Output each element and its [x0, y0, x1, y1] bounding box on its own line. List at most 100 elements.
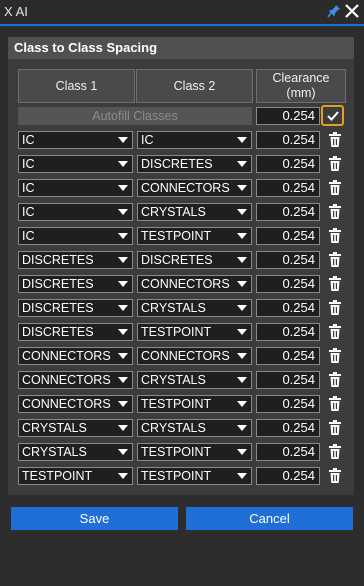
autofill-clearance-input[interactable]: 0.254: [256, 107, 320, 125]
trash-icon[interactable]: [328, 300, 342, 316]
chevron-down-icon: [237, 401, 247, 407]
trash-icon[interactable]: [328, 180, 342, 196]
chevron-down-icon: [118, 161, 128, 167]
trash-icon[interactable]: [328, 132, 342, 148]
class2-select[interactable]: CRYSTALS: [137, 203, 252, 221]
class2-select[interactable]: DISCRETES: [137, 155, 252, 173]
class1-select[interactable]: IC: [18, 203, 133, 221]
class2-select[interactable]: CONNECTORS: [137, 179, 252, 197]
class1-select[interactable]: CRYSTALS: [18, 419, 133, 437]
clearance-input[interactable]: 0.254: [256, 251, 320, 269]
close-icon[interactable]: [343, 2, 361, 20]
class1-select[interactable]: DISCRETES: [18, 299, 133, 317]
class1-select[interactable]: CONNECTORS: [18, 395, 133, 413]
class2-select[interactable]: DISCRETES: [137, 251, 252, 269]
chevron-down-icon: [118, 281, 128, 287]
clearance-input[interactable]: 0.254: [256, 347, 320, 365]
class1-select-value: CRYSTALS: [22, 421, 87, 435]
chevron-down-icon: [118, 305, 128, 311]
column-header-class2: Class 2: [136, 69, 253, 103]
class2-select[interactable]: CRYSTALS: [137, 419, 252, 437]
chevron-down-icon: [118, 353, 128, 359]
trash-icon[interactable]: [328, 324, 342, 340]
panel-title: Class to Class Spacing: [8, 37, 354, 59]
clearance-input[interactable]: 0.254: [256, 131, 320, 149]
class2-select[interactable]: CONNECTORS: [137, 275, 252, 293]
chevron-down-icon: [118, 137, 128, 143]
chevron-down-icon: [118, 425, 128, 431]
class1-select-value: CRYSTALS: [22, 445, 87, 459]
trash-icon[interactable]: [328, 372, 342, 388]
cancel-button[interactable]: Cancel: [186, 507, 353, 530]
class1-select[interactable]: IC: [18, 179, 133, 197]
trash-icon[interactable]: [328, 420, 342, 436]
class1-select[interactable]: DISCRETES: [18, 275, 133, 293]
trash-icon[interactable]: [328, 204, 342, 220]
trash-icon[interactable]: [328, 252, 342, 268]
clearance-input[interactable]: 0.254: [256, 371, 320, 389]
class1-select[interactable]: IC: [18, 155, 133, 173]
clearance-input[interactable]: 0.254: [256, 419, 320, 437]
autofill-classes-button[interactable]: Autofill Classes: [18, 107, 252, 125]
clearance-input[interactable]: 0.254: [256, 323, 320, 341]
class2-select[interactable]: TESTPOINT: [137, 443, 252, 461]
class2-select-value: CRYSTALS: [141, 421, 206, 435]
class2-select-value: CRYSTALS: [141, 205, 206, 219]
chevron-down-icon: [118, 401, 128, 407]
trash-icon[interactable]: [328, 276, 342, 292]
class2-select-value: CONNECTORS: [141, 277, 230, 291]
chevron-down-icon: [118, 257, 128, 263]
chevron-down-icon: [237, 281, 247, 287]
trash-icon[interactable]: [328, 156, 342, 172]
clearance-input[interactable]: 0.254: [256, 275, 320, 293]
chevron-down-icon: [237, 161, 247, 167]
class1-select[interactable]: CONNECTORS: [18, 371, 133, 389]
class1-select-value: IC: [22, 181, 35, 195]
clearance-input[interactable]: 0.254: [256, 155, 320, 173]
class1-select[interactable]: TESTPOINT: [18, 467, 133, 485]
class2-select-value: TESTPOINT: [141, 469, 212, 483]
pin-icon[interactable]: [326, 2, 342, 20]
chevron-down-icon: [118, 185, 128, 191]
chevron-down-icon: [237, 449, 247, 455]
class1-select-value: IC: [22, 229, 35, 243]
class2-select[interactable]: TESTPOINT: [137, 395, 252, 413]
class1-select[interactable]: DISCRETES: [18, 323, 133, 341]
trash-icon[interactable]: [328, 228, 342, 244]
apply-autofill-button[interactable]: [321, 105, 344, 126]
class2-select[interactable]: CRYSTALS: [137, 299, 252, 317]
class2-select-value: CONNECTORS: [141, 349, 230, 363]
chevron-down-icon: [118, 377, 128, 383]
clearance-input[interactable]: 0.254: [256, 179, 320, 197]
clearance-input[interactable]: 0.254: [256, 299, 320, 317]
trash-icon[interactable]: [328, 444, 342, 460]
save-button[interactable]: Save: [11, 507, 178, 530]
class2-select[interactable]: TESTPOINT: [137, 467, 252, 485]
class1-select[interactable]: CRYSTALS: [18, 443, 133, 461]
chevron-down-icon: [118, 473, 128, 479]
clearance-input[interactable]: 0.254: [256, 395, 320, 413]
class2-select-value: TESTPOINT: [141, 445, 212, 459]
trash-icon[interactable]: [328, 468, 342, 484]
class2-select[interactable]: IC: [137, 131, 252, 149]
class1-select[interactable]: IC: [18, 131, 133, 149]
chevron-down-icon: [118, 449, 128, 455]
class2-select[interactable]: CRYSTALS: [137, 371, 252, 389]
clearance-input[interactable]: 0.254: [256, 227, 320, 245]
clearance-input[interactable]: 0.254: [256, 443, 320, 461]
check-icon: [327, 111, 339, 121]
class1-select[interactable]: IC: [18, 227, 133, 245]
class1-select-value: IC: [22, 133, 35, 147]
class2-select[interactable]: CONNECTORS: [137, 347, 252, 365]
trash-icon[interactable]: [328, 348, 342, 364]
class2-select[interactable]: TESTPOINT: [137, 227, 252, 245]
class1-select[interactable]: DISCRETES: [18, 251, 133, 269]
chevron-down-icon: [237, 425, 247, 431]
class1-select[interactable]: CONNECTORS: [18, 347, 133, 365]
clearance-input[interactable]: 0.254: [256, 203, 320, 221]
clearance-input[interactable]: 0.254: [256, 467, 320, 485]
class2-select[interactable]: TESTPOINT: [137, 323, 252, 341]
class2-select-value: TESTPOINT: [141, 229, 212, 243]
class2-select-value: IC: [141, 133, 154, 147]
trash-icon[interactable]: [328, 396, 342, 412]
